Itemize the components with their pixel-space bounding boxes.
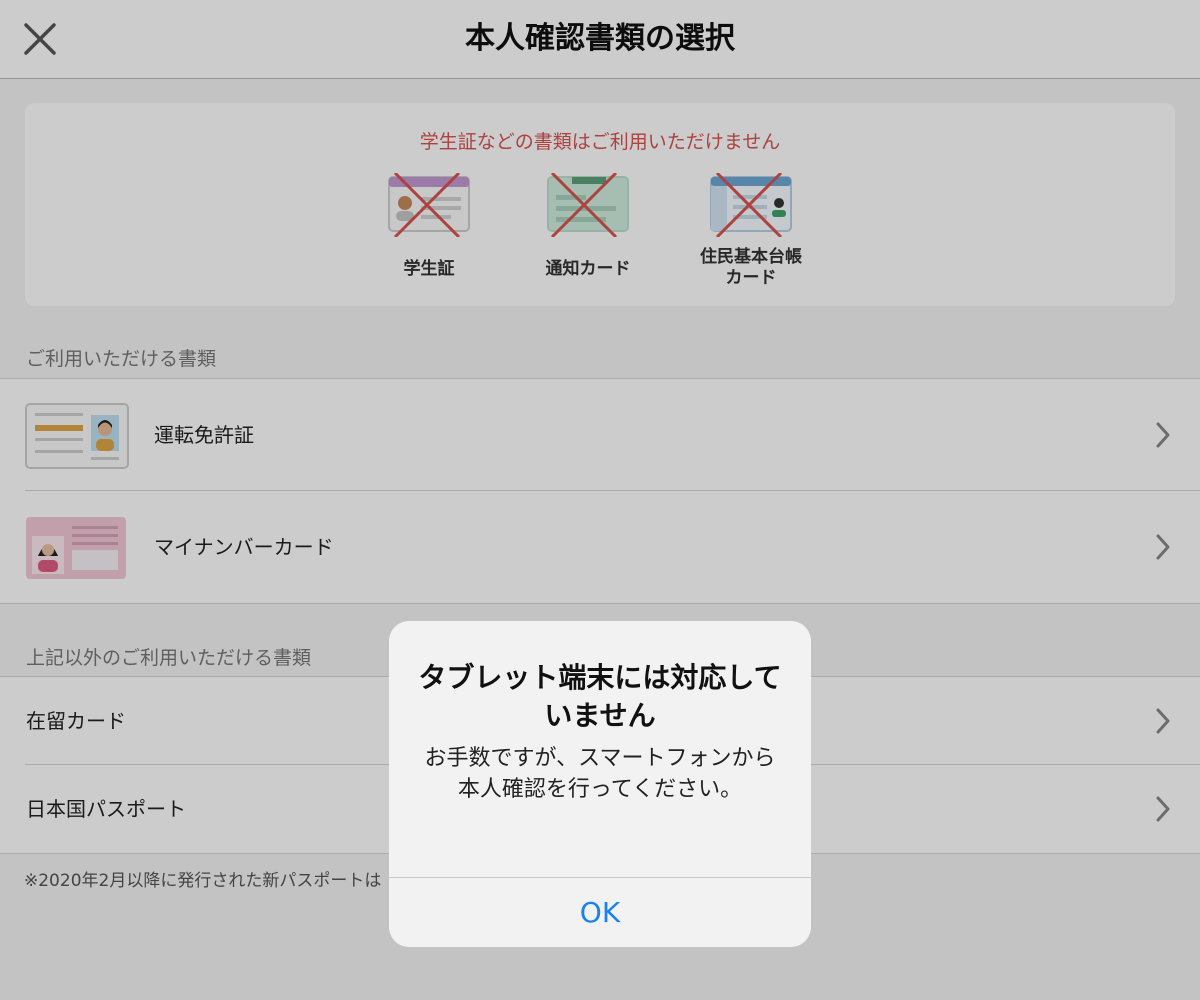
ok-button[interactable]: OK (389, 878, 811, 947)
alert-dialog: タブレット端末には対応していません お手数ですが、スマートフォンから本人確認を行… (389, 621, 811, 947)
alert-title: タブレット端末には対応していません (418, 661, 782, 732)
alert-message: お手数ですが、スマートフォンから本人確認を行ってください。 (424, 746, 776, 802)
